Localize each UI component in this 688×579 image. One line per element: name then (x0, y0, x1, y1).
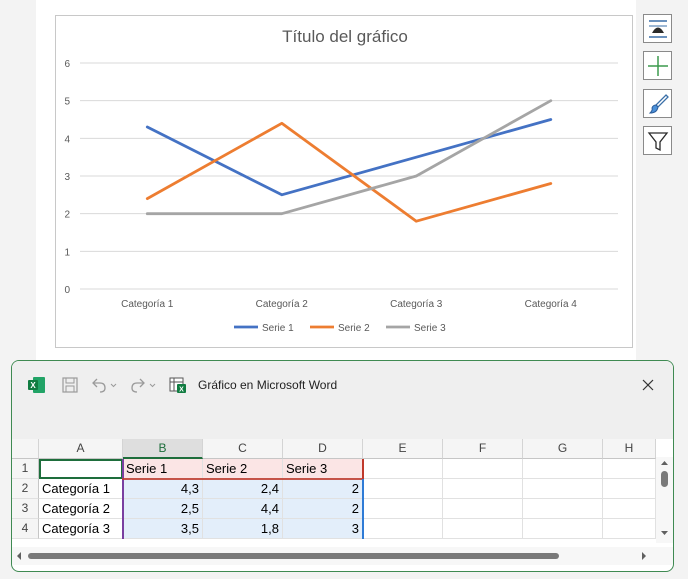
layout-options-button[interactable] (643, 14, 672, 43)
column-header-g[interactable]: G (523, 439, 603, 459)
row-header[interactable]: 1 (12, 459, 39, 479)
legend-label: Serie 1 (262, 323, 294, 334)
scroll-up-icon (661, 461, 668, 465)
y-tick-label: 4 (64, 134, 70, 145)
horizontal-scroll-thumb (28, 553, 559, 559)
cell-g1[interactable] (523, 459, 603, 479)
y-tick-label: 2 (64, 210, 70, 221)
column-header-c[interactable]: C (203, 439, 283, 459)
series-line-1 (145, 118, 553, 197)
scroll-down-icon (661, 531, 668, 535)
y-tick-label: 6 (64, 59, 70, 70)
series-name-range-border (122, 478, 364, 480)
cell-a3[interactable]: Categoría 2 (39, 499, 123, 519)
vertical-scrollbar[interactable] (656, 457, 673, 543)
chart-area[interactable]: Título del gráfico 0 1 2 3 4 5 6 Categoría 1 Cat… (55, 15, 633, 348)
y-tick-label: 1 (64, 247, 70, 258)
column-header-h[interactable]: H (603, 439, 656, 459)
x-tick-label: Categoría 2 (256, 299, 309, 310)
scroll-right-icon (642, 552, 646, 560)
cell-g4[interactable] (523, 519, 603, 539)
redo-icon[interactable] (128, 375, 158, 395)
horizontal-scrollbar[interactable] (12, 547, 673, 565)
category-range-border (122, 459, 124, 539)
cell-e3[interactable] (363, 499, 443, 519)
legend-label: Serie 3 (414, 323, 446, 334)
close-icon (642, 379, 654, 391)
cell-d1[interactable]: Serie 3 (283, 459, 363, 479)
svg-text:X: X (30, 381, 36, 390)
excel-datasheet-window: X X Gráfico en Microsoft Word A B C D E … (11, 360, 674, 572)
cell-b3[interactable]: 2,5 (123, 499, 203, 519)
scroll-left-icon (17, 552, 21, 560)
cell-h1[interactable] (603, 459, 656, 479)
cell-a1[interactable] (39, 459, 123, 479)
cell-a4[interactable]: Categoría 3 (39, 519, 123, 539)
window-title: Gráfico en Microsoft Word (198, 378, 338, 392)
chart-elements-icon (647, 55, 668, 76)
values-range-border (362, 479, 364, 539)
table-row: 2 Categoría 1 4,3 2,4 2 (12, 479, 673, 499)
chart-filters-button[interactable] (643, 126, 672, 155)
y-tick-label: 0 (64, 285, 70, 296)
legend-label: Serie 2 (338, 323, 370, 334)
edit-in-excel-icon[interactable]: X (168, 375, 188, 395)
column-header-a[interactable]: A (39, 439, 123, 459)
column-header-f[interactable]: F (443, 439, 523, 459)
cell-h2[interactable] (603, 479, 656, 499)
vertical-scroll-thumb (661, 471, 668, 487)
cell-e1[interactable] (363, 459, 443, 479)
cell-b1[interactable]: Serie 1 (123, 459, 203, 479)
table-row: 3 Categoría 2 2,5 4,4 2 (12, 499, 673, 519)
excel-titlebar: X X Gráfico en Microsoft Word (12, 361, 673, 439)
save-icon[interactable] (60, 375, 80, 395)
select-all-corner[interactable] (12, 439, 39, 459)
chart-styles-icon (648, 93, 669, 114)
cell-c3[interactable]: 4,4 (203, 499, 283, 519)
y-tick-label: 3 (64, 172, 70, 183)
cell-c4[interactable]: 1,8 (203, 519, 283, 539)
column-header-b[interactable]: B (123, 439, 203, 459)
cell-f1[interactable] (443, 459, 523, 479)
cell-d3[interactable]: 2 (283, 499, 363, 519)
cell-c2[interactable]: 2,4 (203, 479, 283, 499)
column-header-row: A B C D E F G H (12, 439, 673, 459)
close-button[interactable] (638, 375, 658, 395)
row-header[interactable]: 3 (12, 499, 39, 519)
cell-d4[interactable]: 3 (283, 519, 363, 539)
undo-icon[interactable] (89, 375, 119, 395)
chart-elements-button[interactable] (643, 51, 672, 80)
excel-logo-icon: X (27, 375, 47, 395)
column-header-e[interactable]: E (363, 439, 443, 459)
cell-f2[interactable] (443, 479, 523, 499)
cell-f3[interactable] (443, 499, 523, 519)
y-tick-label: 5 (64, 97, 70, 108)
line-chart: 0 1 2 3 4 5 6 Categoría 1 Categoría 2 Categoría 3… (64, 59, 618, 334)
series-name-right-border (362, 459, 364, 479)
cell-e2[interactable] (363, 479, 443, 499)
cell-h3[interactable] (603, 499, 656, 519)
table-row: 4 Categoría 3 3,5 1,8 3 (12, 519, 673, 539)
cell-d2[interactable]: 2 (283, 479, 363, 499)
cell-b4[interactable]: 3,5 (123, 519, 203, 539)
layout-options-icon (648, 19, 667, 38)
table-row: 1 Serie 1 Serie 2 Serie 3 (12, 459, 673, 479)
row-header[interactable]: 2 (12, 479, 39, 499)
x-tick-label: Categoría 4 (525, 299, 578, 310)
cell-h4[interactable] (603, 519, 656, 539)
cell-g3[interactable] (523, 499, 603, 519)
chart-filters-icon (647, 131, 668, 151)
cell-g2[interactable] (523, 479, 603, 499)
cell-b2[interactable]: 4,3 (123, 479, 203, 499)
cell-a2[interactable]: Categoría 1 (39, 479, 123, 499)
cell-e4[interactable] (363, 519, 443, 539)
row-header[interactable]: 4 (12, 519, 39, 539)
x-tick-label: Categoría 1 (121, 299, 174, 310)
chart-styles-button[interactable] (643, 89, 672, 118)
x-tick-label: Categoría 3 (390, 299, 443, 310)
column-header-d[interactable]: D (283, 439, 363, 459)
cell-f4[interactable] (443, 519, 523, 539)
cell-c1[interactable]: Serie 2 (203, 459, 283, 479)
svg-text:X: X (179, 387, 184, 394)
